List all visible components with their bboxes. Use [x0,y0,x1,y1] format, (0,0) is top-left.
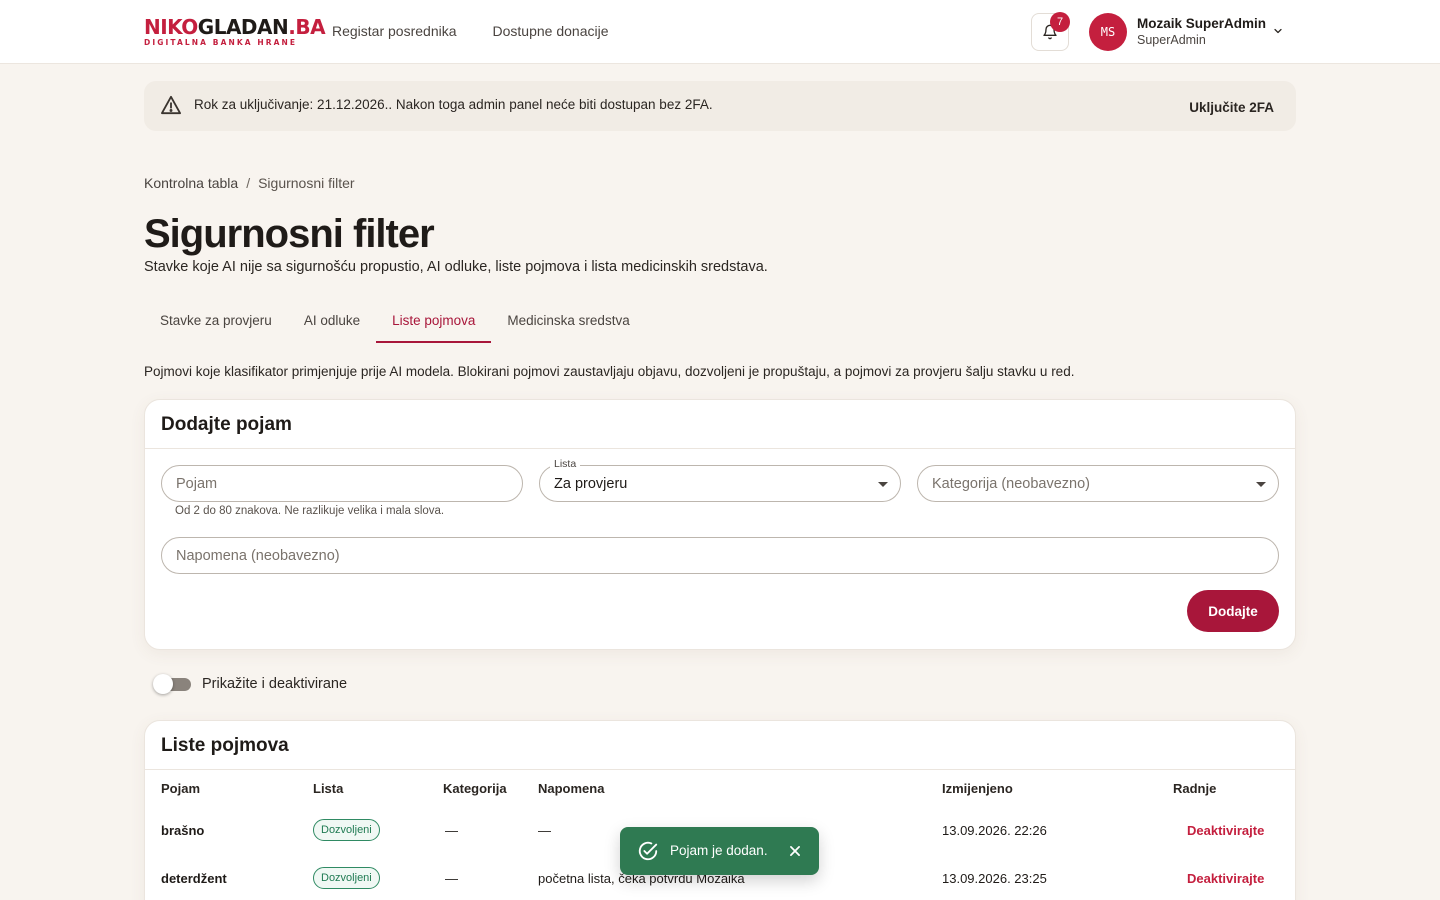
row-category: — [445,823,458,838]
breadcrumb: Kontrolna tabla / Sigurnosni filter [144,175,355,191]
show-deactivated-label[interactable]: Prikažite i deaktivirane [202,676,347,692]
tab-ai-odluke[interactable]: AI odluke [288,297,376,343]
user-name[interactable]: Mozaik SuperAdmin [1137,16,1266,31]
logo-tagline: DIGITALNA BANKA HRANE [144,38,298,47]
column-header-pojam[interactable]: Pojam [161,781,200,796]
row-category: — [445,871,458,886]
nav-link-registar-posrednika[interactable]: Registar posrednika [332,23,457,39]
close-icon[interactable] [788,844,802,858]
list-select-label: Lista [550,458,581,470]
deactivate-button[interactable]: Deaktivirajte [1187,871,1264,886]
tab-stavke-za-provjeru[interactable]: Stavke za provjeru [144,297,288,343]
column-header-kategorija[interactable]: Kategorija [443,781,507,796]
add-term-title: Dodajte pojam [145,400,1295,449]
term-input[interactable]: Pojam [161,465,523,502]
terms-list-title: Liste pojmova [145,721,1295,770]
alert-text: Rok za uključivanje: 21.12.2026.. Nakon … [194,97,713,112]
top-bar: NIKOGLADAN.BA DIGITALNA BANKA HRANE Regi… [0,0,1440,64]
page-title: Sigurnosni filter [144,212,435,256]
breadcrumb-separator: / [246,175,251,191]
row-note: — [538,823,551,838]
logo-wordmark: NIKOGLADAN.BA [144,15,326,39]
deactivate-button[interactable]: Deaktivirajte [1187,823,1264,838]
nav-link-dostupne-donacije[interactable]: Dostupne donacije [493,23,609,39]
tab-bar: Stavke za provjeru AI odluke Liste pojmo… [144,297,646,343]
caret-down-icon [1256,482,1266,487]
column-header-radnje: Radnje [1173,781,1217,796]
toggle-knob [153,674,173,694]
check-circle-icon [638,841,658,861]
term-hint: Od 2 do 80 znakova. Ne razlikuje velika … [175,505,445,517]
column-header-lista[interactable]: Lista [313,781,343,796]
list-select-value: Za provjeru [554,476,628,492]
show-deactivated-toggle[interactable] [153,674,191,694]
user-role: SuperAdmin [1137,33,1206,47]
toast-message: Pojam je dodan. [670,843,768,858]
row-modified: 13.09.2026. 22:26 [942,823,1047,838]
success-toast: Pojam je dodan. [620,827,819,875]
category-select[interactable]: Kategorija (neobavezno) [917,465,1279,502]
logo[interactable]: NIKOGLADAN.BA DIGITALNA BANKA HRANE [144,15,326,47]
notifications-count-badge: 7 [1050,12,1070,32]
main-nav: Registar posrednika Dostupne donacije [332,23,609,39]
add-term-card: Dodajte pojam Pojam Od 2 do 80 znakova. … [144,399,1296,650]
row-term: brašno [161,823,205,838]
avatar[interactable]: MS [1089,13,1127,51]
list-status-badge: Dozvoljeni [313,819,380,841]
list-select[interactable]: Lista Za provjeru [539,458,901,502]
page-subtitle: Stavke koje AI nije sa sigurnošću propus… [144,259,768,275]
tab-liste-pojmova[interactable]: Liste pojmova [376,297,492,343]
category-select-placeholder: Kategorija (neobavezno) [932,476,1090,492]
2fa-warning-alert: Rok za uključivanje: 21.12.2026.. Nakon … [144,81,1296,131]
row-modified: 13.09.2026. 23:25 [942,871,1047,886]
caret-down-icon [878,482,888,487]
column-header-izmijenjeno[interactable]: Izmijenjeno [942,781,1013,796]
list-status-badge: Dozvoljeni [313,867,380,889]
warning-icon [161,95,181,115]
row-term: deterdžent [161,871,227,886]
note-input[interactable]: Napomena (neobavezno) [161,537,1279,574]
note-input-placeholder: Napomena (neobavezno) [176,548,340,564]
enable-2fa-button[interactable]: Uključite 2FA [1189,100,1274,115]
column-header-napomena[interactable]: Napomena [538,781,604,796]
term-input-placeholder: Pojam [176,476,218,492]
add-term-button[interactable]: Dodajte [1187,590,1279,632]
chevron-down-icon[interactable] [1272,25,1284,37]
intro-text: Pojmovi koje klasifikator primjenjuje pr… [144,364,1075,379]
breadcrumb-current: Sigurnosni filter [258,175,355,191]
tab-medicinska-sredstva[interactable]: Medicinska sredstva [491,297,645,343]
breadcrumb-link-kontrolna-tabla[interactable]: Kontrolna tabla [144,175,238,191]
